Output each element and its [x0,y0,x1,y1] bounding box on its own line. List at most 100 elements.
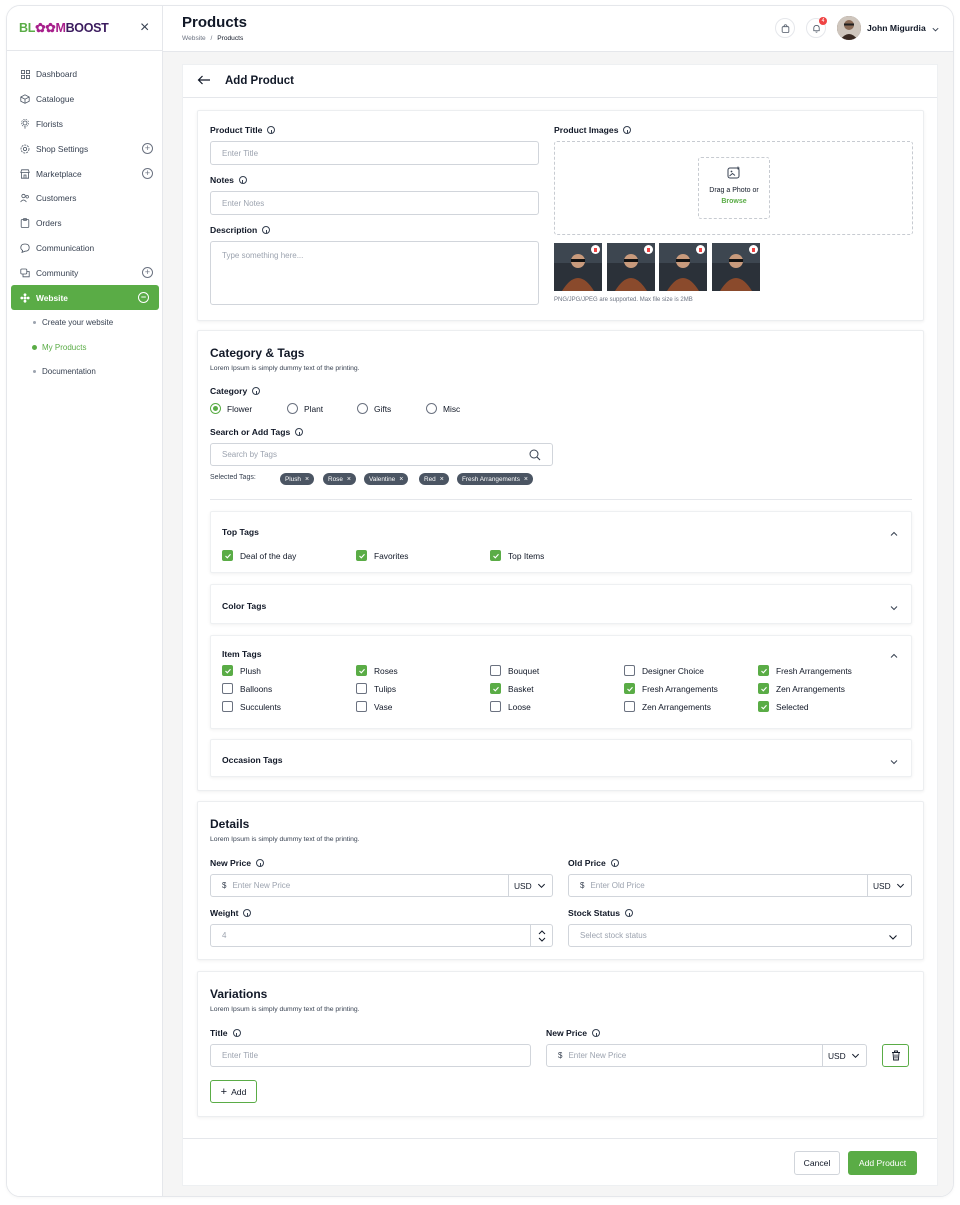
category-radio-flower[interactable]: Flower [210,403,252,414]
sidebar-item-catalogue[interactable]: Catalogue [7,87,163,112]
info-icon[interactable] [243,909,252,917]
currency-select[interactable]: USD [822,1045,867,1066]
delete-image-icon[interactable] [696,245,705,254]
remove-tag-icon[interactable]: × [347,476,351,483]
remove-tag-icon[interactable]: × [399,476,403,483]
expand-plus-icon[interactable]: + [142,168,153,180]
brand-logo[interactable]: BL✿✿MBOOST [19,20,109,35]
info-icon[interactable] [256,859,265,867]
sidebar-subitem-my-products[interactable]: My Products [7,335,163,360]
sidebar-item-customers[interactable]: Customers [7,186,163,211]
tag-chip[interactable]: Plush × [280,473,315,485]
info-icon[interactable] [625,909,634,917]
info-icon[interactable] [267,126,276,134]
bell-icon[interactable]: 4 [806,17,827,38]
info-icon[interactable] [232,1029,241,1037]
search-icon[interactable] [529,449,541,463]
checkbox-item-tag[interactable]: Roses [356,665,398,676]
info-icon[interactable] [252,387,261,395]
delete-image-icon[interactable] [749,245,758,254]
old-price-input[interactable]: $ Enter Old Price USD [568,874,912,897]
category-radio-misc[interactable]: Misc [426,403,460,414]
product-title-input[interactable]: Enter Title [210,141,539,165]
product-thumbnail[interactable] [712,243,760,291]
currency-select[interactable]: USD [508,875,553,896]
variation-title-input[interactable]: Enter Title [210,1044,531,1067]
chevron-down-icon[interactable] [931,21,940,39]
sidebar-item-community[interactable]: Community + [7,260,163,285]
add-product-button[interactable]: Add Product [848,1151,917,1175]
checkbox-item-tag[interactable]: Selected [758,701,809,712]
variation-price-input[interactable]: $ Enter New Price USD [546,1044,867,1067]
checkbox-item-tag[interactable]: Bouquet [490,665,539,676]
sidebar-subitem-create-website[interactable]: Create your website [7,310,163,335]
expand-plus-icon[interactable]: + [142,143,153,155]
checkbox-top-items[interactable]: Top Items [490,550,544,561]
tag-chip[interactable]: Red × [419,473,449,485]
product-thumbnail[interactable] [659,243,707,291]
checkbox-item-tag[interactable]: Succulents [222,701,281,712]
checkbox-favorites[interactable]: Favorites [356,550,408,561]
checkbox-item-tag[interactable]: Vase [356,701,392,712]
collapse-minus-icon[interactable]: − [138,292,149,304]
bag-icon[interactable] [775,18,795,38]
sidebar-item-florists[interactable]: Florists [7,112,163,137]
sidebar-item-website[interactable]: Website − [11,285,159,310]
info-icon[interactable] [610,859,619,867]
chevron-down-icon[interactable] [889,600,899,618]
category-radio-gifts[interactable]: Gifts [357,403,391,414]
image-dropzone[interactable]: Drag a Photo or Browse [554,141,913,235]
remove-tag-icon[interactable]: × [524,476,528,483]
top-tags-title[interactable]: Top Tags [222,527,259,537]
chevron-down-icon[interactable] [538,936,546,943]
color-tags-accordion[interactable]: Color Tags [210,584,912,624]
checkbox-item-tag[interactable]: Tulips [356,683,396,694]
sidebar-item-shop-settings[interactable]: Shop Settings + [7,136,163,161]
breadcrumb-website[interactable]: Website [182,35,206,42]
new-price-input[interactable]: $ Enter New Price USD [210,874,553,897]
occasion-tags-accordion[interactable]: Occasion Tags [210,739,912,777]
product-thumbnail[interactable] [554,243,602,291]
avatar[interactable] [837,16,861,40]
checkbox-item-tag[interactable]: Loose [490,701,531,712]
chevron-up-icon[interactable] [889,526,899,544]
chevron-up-icon[interactable] [889,648,899,666]
currency-select[interactable]: USD [867,875,912,896]
delete-image-icon[interactable] [644,245,653,254]
description-textarea[interactable]: Type something here... [210,241,539,305]
info-icon[interactable] [592,1029,601,1037]
delete-variation-button[interactable] [882,1044,909,1067]
user-name[interactable]: John Migurdia [867,23,926,33]
tag-chip[interactable]: Fresh Arrangements × [457,473,533,485]
chevron-down-icon[interactable] [888,932,898,942]
add-variation-button[interactable]: + Add [210,1080,257,1103]
checkbox-item-tag[interactable]: Plush [222,665,261,676]
sidebar-item-orders[interactable]: Orders [7,211,163,236]
stock-status-select[interactable]: Select stock status [568,924,912,947]
checkbox-item-tag[interactable]: Fresh Arrangements [624,683,718,694]
expand-plus-icon[interactable]: + [142,267,153,279]
notes-input[interactable]: Enter Notes [210,191,539,215]
remove-tag-icon[interactable]: × [440,476,444,483]
info-icon[interactable] [623,126,632,134]
info-icon[interactable] [238,176,247,184]
checkbox-item-tag[interactable]: Designer Choice [624,665,704,676]
close-sidebar-icon[interactable]: × [140,19,149,37]
browse-link[interactable]: Browse [699,198,769,205]
checkbox-item-tag[interactable]: Basket [490,683,534,694]
occasion-tags-title[interactable]: Occasion Tags [222,755,283,765]
tag-chip[interactable]: Valentine × [364,473,409,485]
delete-image-icon[interactable] [591,245,600,254]
remove-tag-icon[interactable]: × [305,476,309,483]
sidebar-item-marketplace[interactable]: Marketplace + [7,161,163,186]
info-icon[interactable] [262,226,271,234]
tag-search-input[interactable]: Search by Tags [210,443,553,466]
checkbox-item-tag[interactable]: Zen Arrangements [624,701,711,712]
product-thumbnail[interactable] [607,243,655,291]
category-radio-plant[interactable]: Plant [287,403,323,414]
checkbox-deal-of-the-day[interactable]: Deal of the day [222,550,296,561]
sidebar-subitem-documentation[interactable]: Documentation [7,360,163,385]
chevron-down-icon[interactable] [889,754,899,772]
upload-box[interactable]: Drag a Photo or Browse [698,157,770,219]
checkbox-item-tag[interactable]: Balloons [222,683,272,694]
